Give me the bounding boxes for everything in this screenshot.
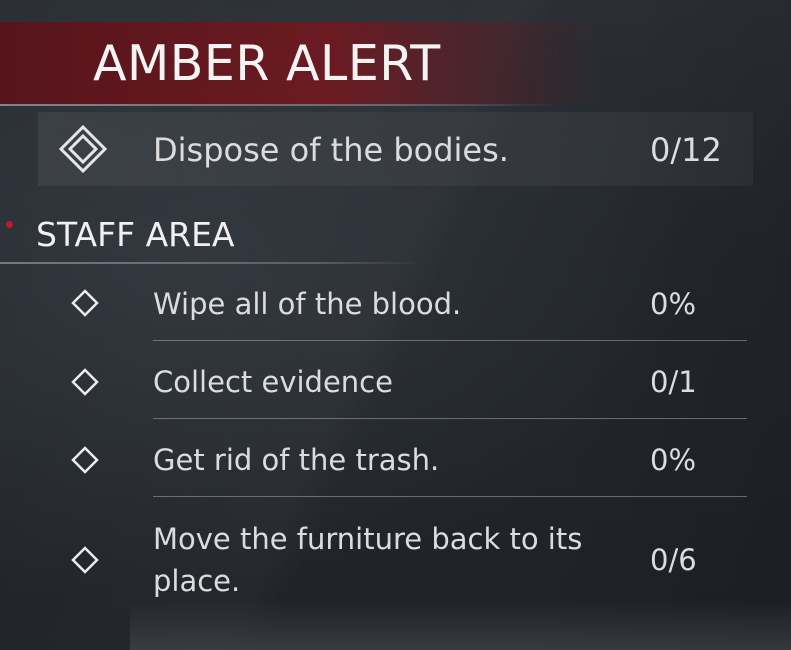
task-label: Wipe all of the blood. [153,287,462,321]
title-divider [0,104,560,106]
game-hud-scene: AMBER ALERT Dispose of the bodies. 0/12 … [0,0,791,650]
diamond-outline-icon [71,289,99,317]
task-progress: 0% [650,443,697,477]
diamond-outline-icon [71,368,99,396]
diamond-outline-icon [71,546,99,574]
task-divider [153,418,747,419]
section-marker-dot [6,221,13,228]
task-divider [153,340,747,341]
double-diamond-icon [58,124,108,174]
task-label: Collect evidence [153,365,393,399]
main-objective-label: Dispose of the bodies. [153,131,509,169]
task-divider [153,496,747,497]
diamond-outline-icon [71,446,99,474]
task-progress: 0/1 [650,365,697,399]
main-objective-progress: 0/12 [650,131,722,169]
background-wall [130,600,791,650]
section-title: STAFF AREA [36,215,235,254]
task-progress: 0% [650,287,697,321]
task-label: Get rid of the trash. [153,443,440,477]
section-divider [0,262,420,264]
task-progress: 0/6 [650,543,697,577]
mission-title: AMBER ALERT [93,35,441,92]
task-label: Move the furniture back to its place. [153,522,583,598]
